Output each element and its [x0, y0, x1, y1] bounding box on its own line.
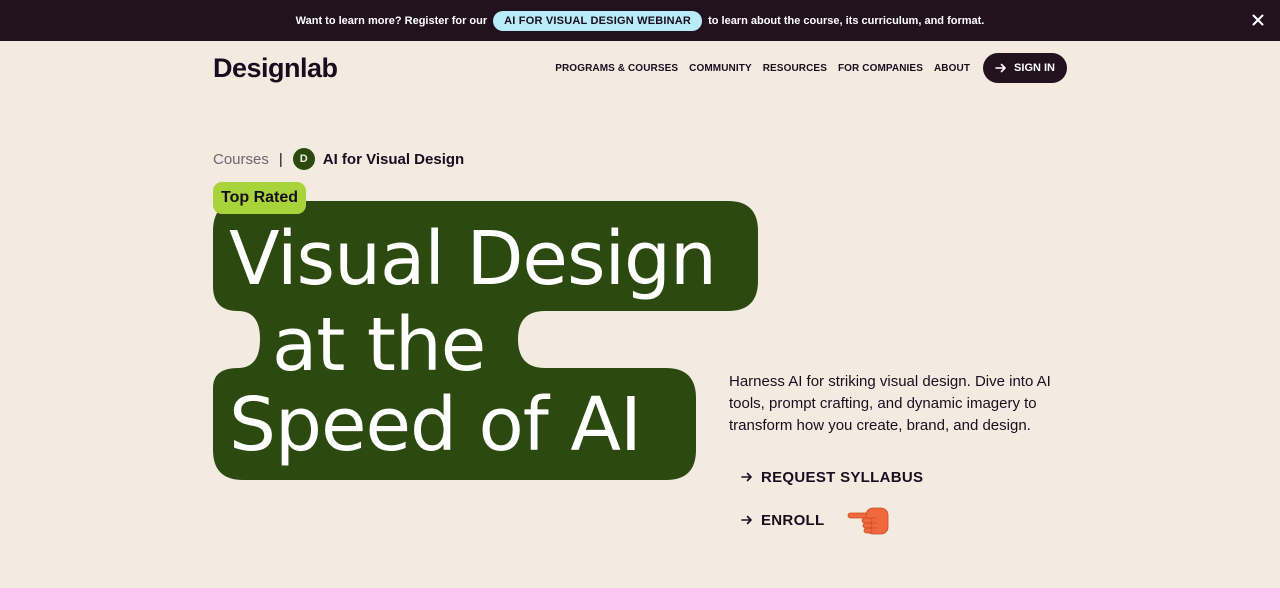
nav-about[interactable]: ABOUT	[934, 63, 970, 74]
breadcrumb-current: AI for Visual Design	[322, 150, 465, 168]
arrow-right-icon	[995, 63, 1006, 73]
announcement-text-after: to learn about the course, its curriculu…	[708, 14, 985, 27]
sign-in-label: SIGN IN	[1014, 62, 1055, 74]
main-nav: PROGRAMS & COURSES COMMUNITY RESOURCES F…	[555, 53, 1067, 83]
nav-for-companies[interactable]: FOR COMPANIES	[838, 63, 923, 74]
hero-title-line-2: at the	[272, 302, 486, 388]
footer-band	[0, 588, 1280, 610]
course-description: Harness AI for striking visual design. D…	[729, 373, 1051, 434]
request-syllabus-link[interactable]: REQUEST SYLLABUS	[741, 465, 923, 489]
announcement-text-before: Want to learn more? Register for our	[295, 14, 488, 27]
breadcrumb: Courses | D AI for Visual Design	[213, 147, 464, 171]
enroll-link[interactable]: ENROLL	[741, 508, 824, 532]
hero-title-line-1: Visual Design	[229, 216, 717, 302]
sign-in-button[interactable]: SIGN IN	[983, 53, 1067, 83]
announcement-bar: Want to learn more? Register for our AI …	[0, 0, 1280, 41]
nav-community[interactable]: COMMUNITY	[689, 63, 752, 74]
request-syllabus-label: REQUEST SYLLABUS	[761, 468, 924, 486]
arrow-right-icon	[741, 472, 752, 482]
close-icon[interactable]	[1248, 10, 1268, 30]
designlab-logo[interactable]: Designlab	[213, 53, 338, 84]
breadcrumb-courses[interactable]: Courses	[213, 151, 269, 168]
enroll-label: ENROLL	[761, 511, 825, 529]
arrow-right-icon	[741, 515, 752, 525]
nav-resources[interactable]: RESOURCES	[763, 63, 827, 74]
top-rated-badge: Top Rated	[213, 182, 307, 214]
breadcrumb-separator: |	[278, 150, 283, 168]
webinar-link[interactable]: AI FOR VISUAL DESIGN WEBINAR	[493, 10, 703, 31]
course-logo-icon: D	[292, 148, 315, 170]
pointing-hand-icon	[847, 507, 889, 535]
hero-title-line-3: Speed of AI	[229, 382, 642, 468]
nav-programs-courses[interactable]: PROGRAMS & COURSES	[555, 63, 678, 74]
